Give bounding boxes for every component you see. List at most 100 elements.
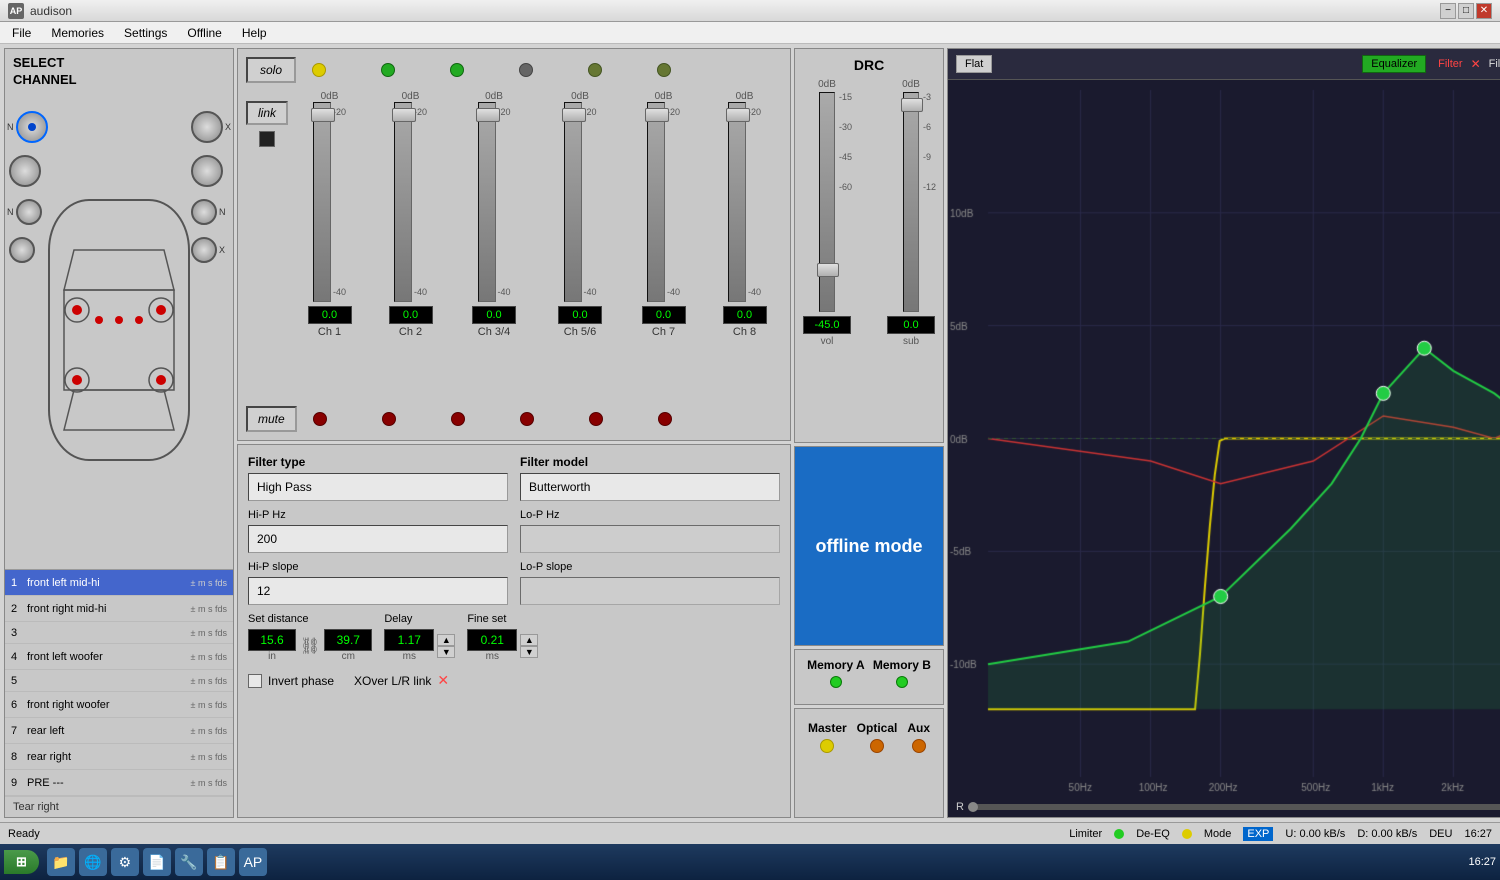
fine-set-down-button[interactable]: ▼ — [520, 646, 538, 658]
menu-help[interactable]: Help — [234, 24, 275, 42]
mute-button[interactable]: mute — [246, 406, 297, 432]
fader-ch7-handle[interactable] — [645, 108, 669, 122]
mute-dot-1[interactable] — [313, 412, 327, 426]
fader-ch8-handle[interactable] — [726, 108, 750, 122]
taskbar-icon-3[interactable]: ⚙ — [111, 848, 139, 876]
fader-ch56-handle[interactable] — [562, 108, 586, 122]
fader-ch1-track[interactable] — [313, 102, 331, 302]
solo-dot-1[interactable] — [312, 63, 326, 77]
fader-ch8-track[interactable] — [728, 102, 746, 302]
speaker-front-right-top[interactable] — [191, 111, 223, 143]
hi-p-slope-select[interactable]: 12 24 6 — [248, 577, 508, 605]
menu-memories[interactable]: Memories — [43, 24, 112, 42]
fader-ch1-handle[interactable] — [311, 108, 335, 122]
filter-eq-label[interactable]: Filter+EQ — [1489, 58, 1500, 70]
solo-dot-2[interactable] — [381, 63, 395, 77]
equalizer-button[interactable]: Equalizer — [1362, 55, 1426, 73]
channel-item-3[interactable]: 3 ± m s fds — [5, 622, 233, 644]
channel-item-9[interactable]: 9 PRE --- ± m s fds — [5, 770, 233, 796]
taskbar-icon-5[interactable]: 🔧 — [175, 848, 203, 876]
taskbar-icon-1[interactable]: 📁 — [47, 848, 75, 876]
fine-set-ms-input[interactable] — [467, 629, 517, 651]
mute-dot-5[interactable] — [589, 412, 603, 426]
fader-ch56-track[interactable] — [564, 102, 582, 302]
menu-offline[interactable]: Offline — [179, 24, 229, 42]
channel-item-1[interactable]: 1 front left mid-hi ± m s fds — [5, 570, 233, 596]
speaker-front-left-bot[interactable] — [9, 155, 41, 187]
drc-sub-value[interactable]: 0.0 — [887, 316, 935, 334]
filter-model-select[interactable]: Butterworth Linkwitz-Riley Bessel — [520, 473, 780, 501]
speaker-front-right-bot[interactable] — [191, 155, 223, 187]
channel-item-6[interactable]: 6 front right woofer ± m s fds — [5, 692, 233, 718]
rl-slider-track[interactable] — [968, 804, 1500, 810]
filter-type-select[interactable]: High Pass Low Pass Band Pass Full Range — [248, 473, 508, 501]
fine-set-up-button[interactable]: ▲ — [520, 634, 538, 646]
maximize-button[interactable]: □ — [1458, 3, 1474, 19]
rl-slider-handle[interactable] — [968, 802, 978, 812]
delay-ms-input[interactable] — [384, 629, 434, 651]
source-master[interactable]: Master — [808, 721, 847, 753]
distance-in-input[interactable] — [248, 629, 296, 651]
fader-ch34-handle[interactable] — [476, 108, 500, 122]
lo-p-slope-select[interactable] — [520, 577, 780, 605]
drc-vol-track[interactable] — [819, 92, 835, 312]
fader-ch7-track[interactable] — [647, 102, 665, 302]
delay-up-button[interactable]: ▲ — [437, 634, 455, 646]
solo-dot-4[interactable] — [519, 63, 533, 77]
xover-link-icon[interactable]: ✕ — [437, 672, 449, 689]
drc-sub-handle[interactable] — [901, 98, 923, 112]
channel-item-8[interactable]: 8 rear right ± m s fds — [5, 744, 233, 770]
taskbar-icon-7[interactable]: AP — [239, 848, 267, 876]
fader-ch2-value[interactable]: 0.0 — [389, 306, 433, 324]
taskbar-icon-2[interactable]: 🌐 — [79, 848, 107, 876]
taskbar-icon-6[interactable]: 📋 — [207, 848, 235, 876]
mute-dot-2[interactable] — [382, 412, 396, 426]
channel-item-7[interactable]: 7 rear left ± m s fds — [5, 718, 233, 744]
mute-dot-6[interactable] — [658, 412, 672, 426]
speaker-rear-right-bot[interactable] — [191, 237, 217, 263]
menu-file[interactable]: File — [4, 24, 39, 42]
distance-cm-input[interactable] — [324, 629, 372, 651]
drc-vol-value[interactable]: -45.0 — [803, 316, 851, 334]
speaker-front-left-top[interactable] — [16, 111, 48, 143]
lo-p-hz-select[interactable] — [520, 525, 780, 553]
fader-ch1-value[interactable]: 0.0 — [308, 306, 352, 324]
delay-down-button[interactable]: ▼ — [437, 646, 455, 658]
solo-button[interactable]: solo — [246, 57, 296, 83]
invert-phase-checkbox[interactable] — [248, 674, 262, 688]
fader-ch34-track[interactable] — [478, 102, 496, 302]
mute-dot-4[interactable] — [520, 412, 534, 426]
drc-sub-track[interactable] — [903, 92, 919, 312]
hi-p-hz-select[interactable]: 200 100 500 — [248, 525, 508, 553]
flat-button[interactable]: Flat — [956, 55, 992, 73]
menu-settings[interactable]: Settings — [116, 24, 175, 42]
filter-label[interactable]: Filter — [1438, 58, 1462, 70]
fader-ch2-track[interactable] — [394, 102, 412, 302]
mute-dot-3[interactable] — [451, 412, 465, 426]
link-button[interactable]: link — [246, 101, 288, 125]
speaker-rear-left-top[interactable] — [16, 199, 42, 225]
channel-item-5[interactable]: 5 ± m s fds — [5, 670, 233, 692]
drc-vol-handle[interactable] — [817, 263, 839, 277]
source-aux[interactable]: Aux — [907, 721, 930, 753]
link-chain-icon[interactable]: ⛓ — [300, 636, 320, 656]
speaker-rear-right-top[interactable] — [191, 199, 217, 225]
speaker-rear-left-bot[interactable] — [9, 237, 35, 263]
fader-ch8-value[interactable]: 0.0 — [723, 306, 767, 324]
fader-ch56-value[interactable]: 0.0 — [558, 306, 602, 324]
solo-dot-6[interactable] — [657, 63, 671, 77]
channel-item-2[interactable]: 2 front right mid-hi ± m s fds — [5, 596, 233, 622]
minimize-button[interactable]: − — [1440, 3, 1456, 19]
start-button[interactable]: ⊞ — [4, 850, 39, 874]
solo-dot-5[interactable] — [588, 63, 602, 77]
taskbar-icon-4[interactable]: 📄 — [143, 848, 171, 876]
channel-item-4[interactable]: 4 front left woofer ± m s fds — [5, 644, 233, 670]
close-button[interactable]: ✕ — [1476, 3, 1492, 19]
fader-ch34-value[interactable]: 0.0 — [472, 306, 516, 324]
link-checkbox[interactable] — [259, 131, 275, 147]
eq-canvas[interactable] — [948, 80, 1500, 797]
solo-dot-3[interactable] — [450, 63, 464, 77]
fader-ch7-value[interactable]: 0.0 — [642, 306, 686, 324]
source-optical[interactable]: Optical — [857, 721, 898, 753]
fader-ch2-handle[interactable] — [392, 108, 416, 122]
